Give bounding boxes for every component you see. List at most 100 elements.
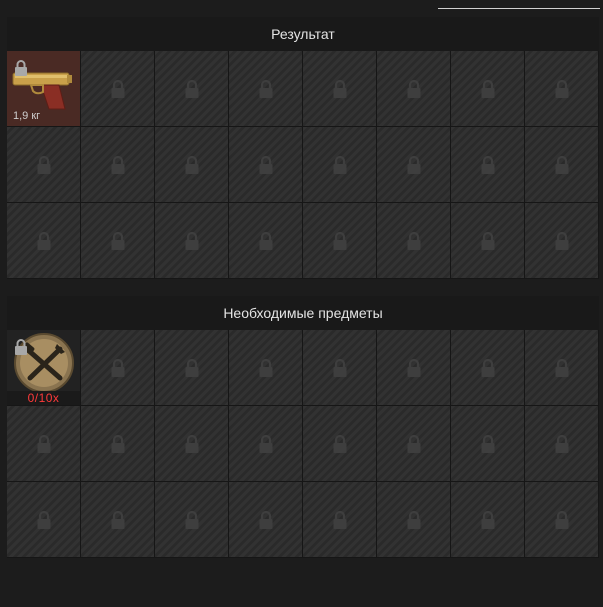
locked-slot: [7, 127, 81, 203]
lock-icon: [259, 358, 272, 377]
required-items-title: Необходимые предметы: [223, 305, 383, 321]
locked-slot: [303, 51, 377, 127]
result-header: Результат: [7, 17, 599, 51]
lock-icon: [481, 434, 494, 453]
lock-icon: [259, 510, 272, 529]
locked-slot: [451, 482, 525, 558]
locked-slot: [377, 203, 451, 279]
lock-icon: [333, 231, 346, 250]
lock-icon: [555, 155, 568, 174]
locked-slot: [81, 330, 155, 406]
locked-slot: [377, 51, 451, 127]
lock-icon: [407, 510, 420, 529]
locked-slot: [303, 406, 377, 482]
required-items-panel: Необходимые предметы 0/10x: [7, 296, 599, 558]
lock-icon: [37, 434, 50, 453]
locked-slot: [229, 406, 303, 482]
lock-icon: [185, 434, 198, 453]
lock-icon: [333, 358, 346, 377]
item-count: 0/10x: [27, 391, 60, 405]
locked-slot: [451, 406, 525, 482]
locked-slot: [525, 330, 599, 406]
locked-slot: [81, 127, 155, 203]
locked-slot: [7, 406, 81, 482]
locked-slot: [303, 482, 377, 558]
lock-icon: [111, 510, 124, 529]
lock-icon: [185, 358, 198, 377]
lock-icon: [481, 231, 494, 250]
lock-icon: [185, 79, 198, 98]
locked-slot: [377, 127, 451, 203]
locked-slot: [81, 203, 155, 279]
locked-slot: [155, 127, 229, 203]
locked-slot: [451, 203, 525, 279]
locked-slot: [525, 51, 599, 127]
locked-slot: [451, 51, 525, 127]
locked-slot: [81, 406, 155, 482]
locked-slot: [525, 406, 599, 482]
locked-slot: [377, 482, 451, 558]
lock-icon: [111, 231, 124, 250]
lock-icon: [111, 155, 124, 174]
locked-slot: [155, 482, 229, 558]
lock-icon: [259, 155, 272, 174]
lock-icon: [555, 358, 568, 377]
lock-icon: [555, 231, 568, 250]
locked-slot: [303, 127, 377, 203]
lock-icon: [333, 510, 346, 529]
lock-icon: [407, 231, 420, 250]
locked-slot: [229, 482, 303, 558]
lock-icon: [37, 231, 50, 250]
locked-slot: [303, 203, 377, 279]
locked-slot: [303, 330, 377, 406]
lock-icon: [185, 231, 198, 250]
lock-icon: [407, 358, 420, 377]
locked-slot: [229, 127, 303, 203]
lock-icon: [37, 510, 50, 529]
lock-icon: [481, 79, 494, 98]
lock-icon: [555, 434, 568, 453]
lock-icon: [481, 155, 494, 174]
lock-icon: [481, 510, 494, 529]
lock-icon: [259, 79, 272, 98]
locked-slot: [451, 127, 525, 203]
result-title: Результат: [271, 26, 335, 42]
locked-slot: [451, 330, 525, 406]
locked-slot: [81, 482, 155, 558]
locked-slot: [81, 51, 155, 127]
item-weight: 1,9 кг: [13, 110, 41, 122]
result-grid: 1,9 кг: [7, 51, 599, 279]
locked-slot: [525, 482, 599, 558]
lock-icon: [15, 60, 27, 76]
locked-slot: [7, 203, 81, 279]
locked-slot: [155, 406, 229, 482]
required-items-header: Необходимые предметы: [7, 296, 599, 330]
locked-slot: [229, 51, 303, 127]
locked-slot: [155, 330, 229, 406]
top-divider-line: [438, 8, 600, 9]
locked-slot: [229, 330, 303, 406]
lock-icon: [111, 434, 124, 453]
lock-icon: [481, 358, 494, 377]
lock-icon: [185, 510, 198, 529]
required-item-slot[interactable]: 0/10x: [7, 330, 81, 406]
locked-slot: [155, 203, 229, 279]
lock-icon: [111, 358, 124, 377]
locked-slot: [525, 127, 599, 203]
lock-icon: [185, 155, 198, 174]
result-item-slot[interactable]: 1,9 кг: [7, 51, 81, 127]
lock-icon: [333, 155, 346, 174]
lock-icon: [37, 155, 50, 174]
locked-slot: [7, 482, 81, 558]
lock-icon: [333, 434, 346, 453]
locked-slot: [229, 203, 303, 279]
lock-icon: [407, 79, 420, 98]
lock-icon: [15, 339, 27, 355]
lock-icon: [259, 434, 272, 453]
lock-icon: [259, 231, 272, 250]
required-items-grid: 0/10x: [7, 330, 599, 558]
lock-icon: [555, 510, 568, 529]
lock-icon: [333, 79, 346, 98]
result-panel: Результат 1,9 кг: [7, 17, 599, 279]
item-count-bar: 0/10x: [7, 391, 80, 405]
